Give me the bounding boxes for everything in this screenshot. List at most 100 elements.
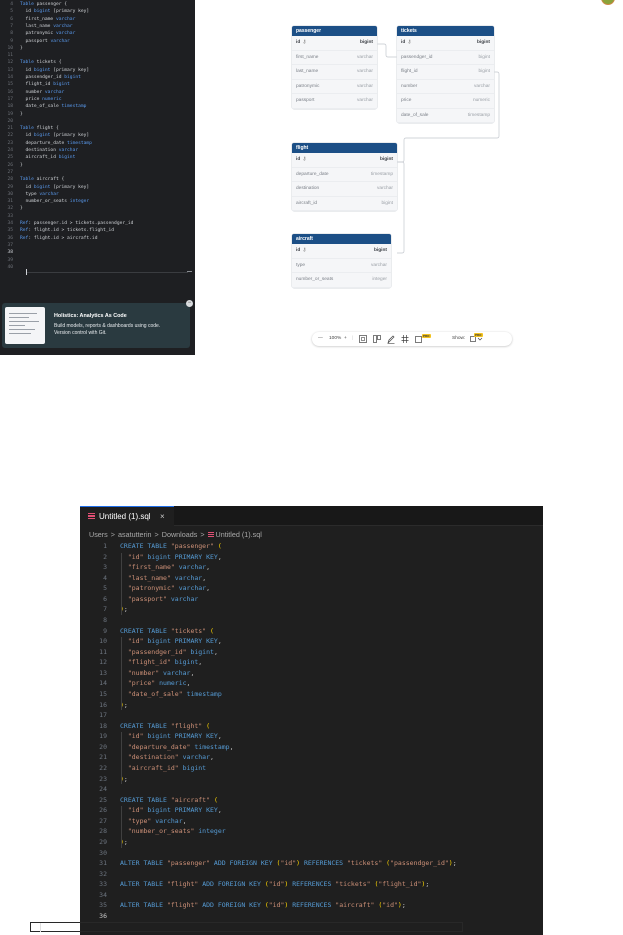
code-line: 23);: [80, 775, 543, 784]
line-number: 26: [99, 806, 107, 815]
zoom-out-button[interactable]: —: [318, 332, 323, 346]
line-number: 3: [103, 563, 107, 572]
code-line: 4 "last_name" varchar,: [80, 574, 543, 583]
table-column-row[interactable]: destination varchar: [292, 182, 397, 197]
code-content: "first_name" varchar,: [120, 563, 210, 572]
table-column-row[interactable]: patronymic varchar: [292, 80, 377, 94]
code-token: ADD FOREIGN KEY: [198, 901, 265, 910]
breadcrumb-file[interactable]: Untitled (1).sql: [216, 530, 262, 539]
code-token: CREATE TABLE: [120, 795, 171, 804]
fit-screen-icon[interactable]: [359, 332, 367, 346]
code-token: varchar: [174, 563, 207, 572]
column-name: passport: [296, 98, 315, 103]
sql-file-icon: [207, 531, 214, 538]
code-token: bigint PRIMARY KEY: [143, 806, 218, 815]
table-column-row[interactable]: flight_id bigint: [397, 65, 494, 80]
code-token: "flight": [170, 721, 203, 730]
code-token: bigint PRIMARY KEY: [143, 637, 218, 646]
code-token: "last_name": [127, 573, 171, 582]
zoom-level[interactable]: 100%: [329, 332, 341, 346]
line-number: 27: [99, 816, 107, 825]
tab-close-icon[interactable]: ×: [160, 507, 165, 527]
line-number: 22: [99, 763, 107, 772]
column-type: numeric: [472, 98, 490, 103]
table-column-row[interactable]: passport varchar: [292, 94, 377, 109]
code-token: "aircraft_id": [127, 763, 179, 772]
code-token: ,: [202, 573, 207, 582]
grid-icon[interactable]: [401, 332, 409, 346]
code-line: 6 "passport" varchar: [80, 595, 543, 604]
rel-passenger-tickets: [377, 43, 397, 58]
tab-untitled-sql[interactable]: Untitled (1).sql ×: [80, 506, 174, 526]
highlight-pen-icon[interactable]: [387, 332, 395, 346]
code-token: ;: [123, 605, 128, 614]
line-number: 31: [99, 859, 107, 868]
code-token: "id": [280, 859, 297, 868]
table-header[interactable]: flight: [292, 143, 397, 153]
table-column-row[interactable]: id ⚷ bigint: [292, 244, 391, 259]
table-header[interactable]: passenger: [292, 26, 377, 36]
code-token: ADD FOREIGN KEY: [210, 859, 277, 868]
table-column-row[interactable]: last_name varchar: [292, 65, 377, 80]
table-column-row[interactable]: number varchar: [397, 80, 494, 94]
code-token: "tickets": [347, 859, 383, 868]
table-column-row[interactable]: departure_date timestamp: [292, 168, 397, 182]
code-line: 11 "passendger_id" bigint,: [80, 648, 543, 657]
line-number: 24: [99, 785, 107, 794]
code-token: (: [217, 542, 222, 550]
code-content: ALTER TABLE "passenger" ADD FOREIGN KEY …: [120, 859, 457, 868]
table-aircraft[interactable]: aircraft id ⚷ bigint type varchar number_or_s…: [292, 234, 391, 288]
table-column-row[interactable]: price numeric: [397, 94, 494, 109]
code-token: "tickets": [335, 880, 371, 889]
primary-key-icon: ⚷: [406, 40, 412, 45]
canvas-toolbar: — 100% + | PRO Show: PRO: [312, 332, 512, 346]
code-content: "aircraft_id" bigint: [120, 764, 206, 773]
table-flight[interactable]: flight id ⚷ bigint departure_date timestamp d…: [292, 143, 397, 211]
line-number: 29: [99, 837, 107, 846]
code-token: "aircraft": [170, 795, 211, 804]
code-token: ,: [198, 658, 203, 667]
table-column-row[interactable]: id ⚷ bigint: [397, 36, 494, 51]
table-header[interactable]: aircraft: [292, 234, 391, 244]
code-token: ALTER TABLE: [120, 901, 167, 910]
code-content: CREATE TABLE "tickets" (: [120, 627, 214, 636]
table-column-row[interactable]: type varchar: [292, 259, 391, 273]
table-column-row[interactable]: id ⚷ bigint: [292, 153, 397, 168]
column-type: bigint: [373, 248, 387, 253]
table-tickets[interactable]: tickets id ⚷ bigint passendger_id bigint flig…: [397, 26, 494, 123]
code-token: "price": [127, 679, 156, 688]
zoom-in-button[interactable]: +: [344, 332, 347, 346]
table-column-row[interactable]: id ⚷ bigint: [292, 36, 377, 51]
breadcrumb-downloads[interactable]: Downloads: [162, 530, 198, 539]
code-token: CREATE TABLE: [120, 626, 171, 635]
table-column-row[interactable]: passendger_id bigint: [397, 51, 494, 65]
line-number: 12: [99, 658, 107, 667]
column-name: number: [401, 83, 418, 89]
indent-guide: [121, 732, 122, 785]
table-column-row[interactable]: number_or_seats integer: [292, 273, 391, 288]
code-token: varchar: [174, 584, 207, 593]
table-group-icon[interactable]: [373, 332, 381, 346]
breadcrumb-user[interactable]: asatutterin: [118, 530, 152, 539]
code-token: "passenger": [170, 542, 214, 550]
code-content: "departure_date" timestamp,: [120, 743, 234, 752]
line-number: 15: [99, 689, 107, 698]
line-number: 7: [103, 605, 107, 614]
code-token: ,: [217, 637, 222, 646]
table-column-row[interactable]: date_of_sale timestamp: [397, 109, 494, 123]
code-token: "id": [382, 901, 398, 910]
code-line: 30: [80, 849, 543, 858]
table-passenger[interactable]: passenger id ⚷ bigint first_name varchar last…: [292, 26, 377, 109]
table-column-row[interactable]: aircraft_id bigint: [292, 197, 397, 211]
breadcrumb-users[interactable]: Users: [89, 530, 108, 539]
table-column-row[interactable]: first_name varchar: [292, 51, 377, 65]
code-token: "flight_id": [127, 658, 171, 667]
code-token: "departure_date": [127, 742, 191, 751]
code-line: 1 CREATE TABLE "passenger" (: [80, 542, 543, 551]
column-name: price: [401, 98, 412, 103]
code-content: "type" varchar,: [120, 817, 187, 826]
code-line: 3 "first_name" varchar,: [80, 563, 543, 572]
code-token: (: [213, 795, 218, 804]
line-number: 30: [99, 848, 107, 857]
table-header[interactable]: tickets: [397, 26, 494, 36]
